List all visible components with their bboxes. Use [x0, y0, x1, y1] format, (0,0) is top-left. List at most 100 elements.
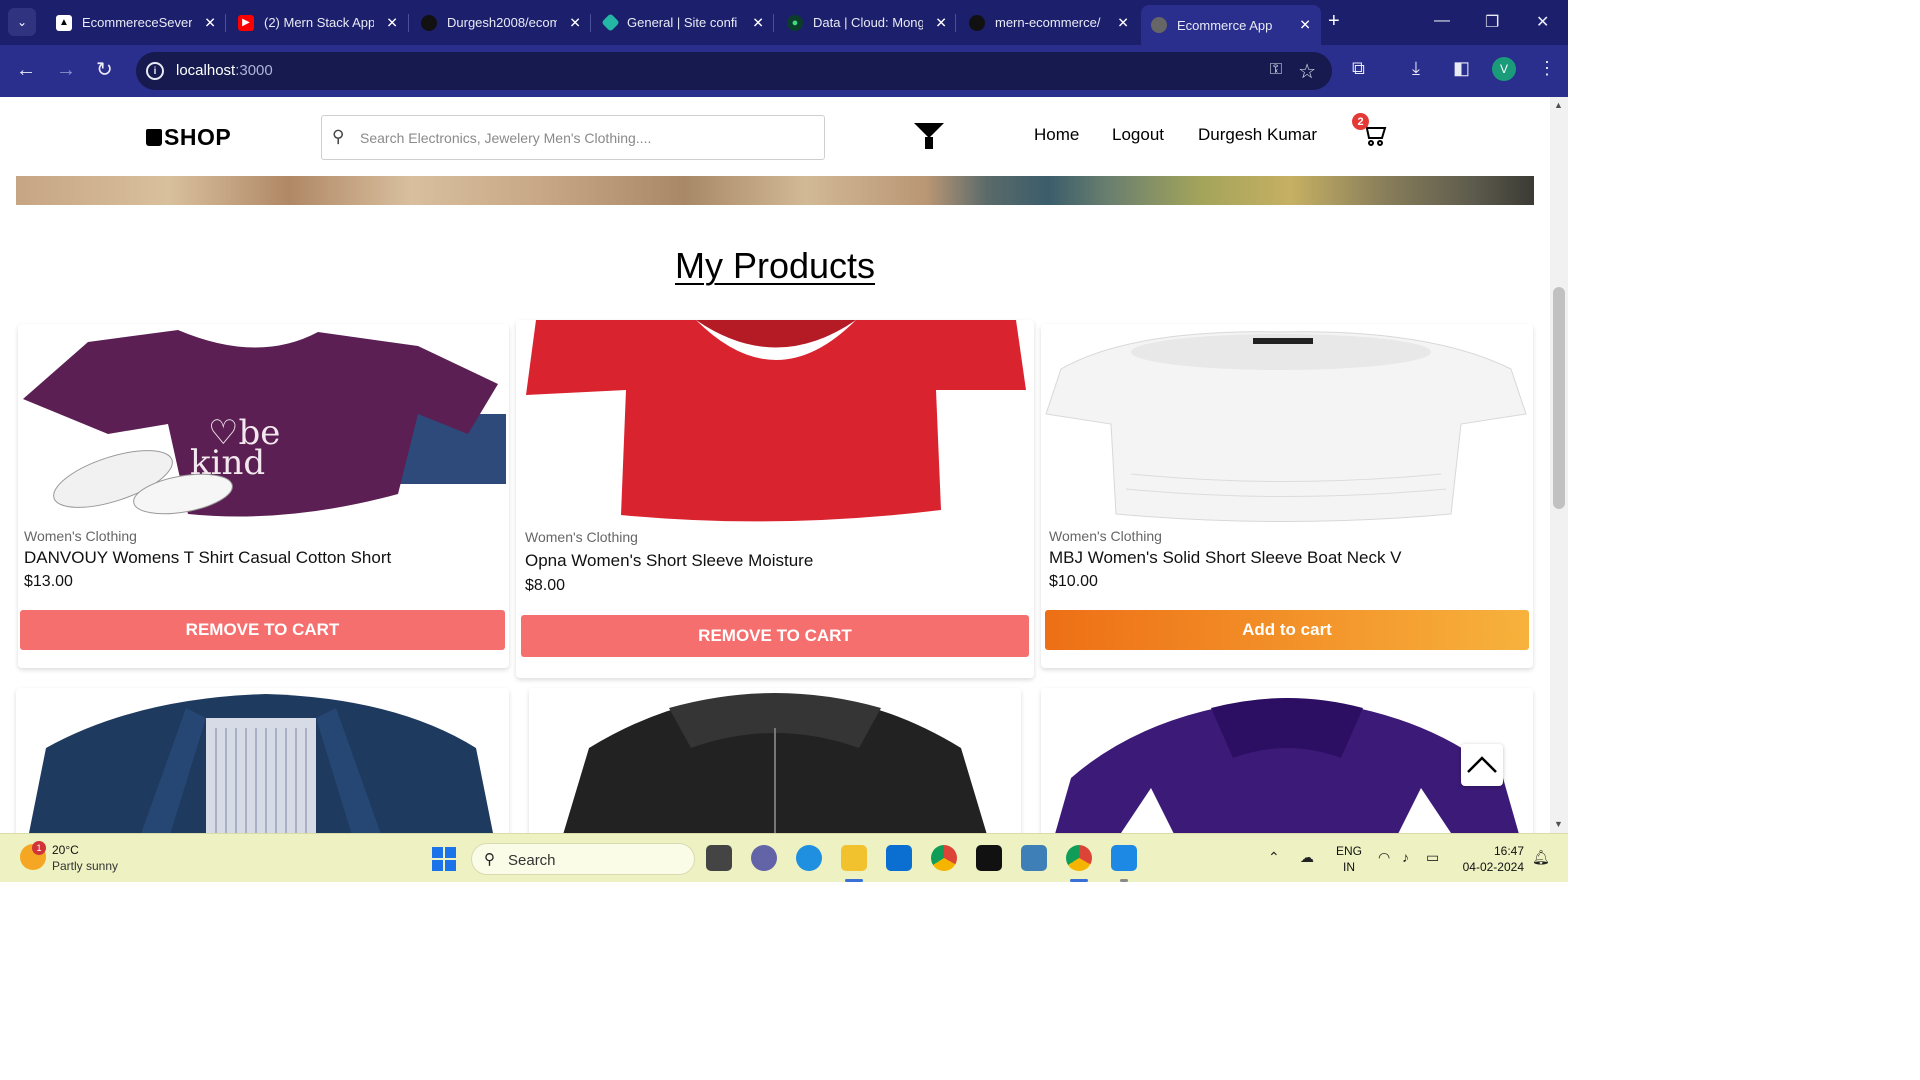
close-icon[interactable]: ✕: [752, 14, 764, 31]
store-icon[interactable]: [886, 845, 912, 871]
tab-separator: [590, 14, 591, 32]
cloud-sync-icon[interactable]: ☁: [1300, 849, 1314, 866]
product-image[interactable]: [529, 688, 1021, 833]
url-host: localhost: [176, 62, 236, 79]
remove-from-cart-button[interactable]: REMOVE TO CART: [20, 610, 505, 650]
close-icon[interactable]: ✕: [386, 14, 398, 31]
tab-title: EcommereceSever: [82, 15, 192, 30]
new-tab-button[interactable]: +: [1328, 11, 1340, 31]
minimize-icon[interactable]: —: [1434, 12, 1450, 30]
battery-icon[interactable]: ▭: [1426, 849, 1439, 866]
chrome-profile-icon[interactable]: [1066, 845, 1092, 871]
wifi-icon[interactable]: ◠: [1378, 849, 1390, 866]
product-name[interactable]: Opna Women's Short Sleeve Moisture: [525, 551, 813, 571]
url-text[interactable]: localhost:3000: [176, 62, 273, 79]
filter-icon[interactable]: [914, 123, 944, 138]
close-icon[interactable]: ✕: [1299, 17, 1311, 34]
section-title: My Products: [0, 245, 1550, 287]
scroll-to-top-button[interactable]: [1461, 744, 1503, 786]
system-clock[interactable]: 16:47 04-02-2024: [1460, 843, 1524, 875]
close-icon[interactable]: ✕: [1117, 14, 1129, 31]
teams-chat-icon[interactable]: [751, 845, 777, 871]
task-view-icon[interactable]: [706, 845, 732, 871]
menu-kebab-icon[interactable]: ⋮: [1538, 58, 1556, 79]
product-card: ♡be kind Women's Clothing DANVOUY Womens…: [18, 324, 509, 668]
filter-icon-stem[interactable]: [925, 137, 933, 149]
notification-bell-icon[interactable]: 🔔︎: [1532, 849, 1550, 866]
tab-5[interactable]: ● Data | Cloud: Mong ✕: [777, 7, 957, 38]
scroll-up-arrow-icon[interactable]: ▲: [1554, 100, 1563, 110]
tab-title: General | Site confi: [627, 15, 737, 30]
active-app-indicator: [1070, 879, 1088, 882]
tab-7-active[interactable]: Ecommerce App ✕: [1141, 5, 1321, 45]
product-card: Women's Clothing MBJ Women's Solid Short…: [1041, 324, 1533, 668]
product-image[interactable]: [1041, 688, 1533, 833]
web-page: SHOP ⚲ Home Logout Durgesh Kumar 2 My Pr…: [0, 97, 1550, 833]
restore-icon[interactable]: ❐: [1485, 12, 1499, 32]
close-icon[interactable]: ✕: [204, 14, 216, 31]
search-box[interactable]: ⚲: [321, 115, 825, 160]
tab-6[interactable]: mern-ecommerce/ ✕: [959, 7, 1139, 38]
product-name[interactable]: MBJ Women's Solid Short Sleeve Boat Neck…: [1049, 548, 1402, 568]
profile-avatar[interactable]: V: [1492, 57, 1516, 81]
close-icon[interactable]: ✕: [935, 14, 947, 31]
remove-from-cart-button[interactable]: REMOVE TO CART: [521, 615, 1029, 657]
volume-icon[interactable]: ♪: [1402, 849, 1409, 865]
reload-icon[interactable]: ↻: [96, 58, 113, 82]
window-close-icon[interactable]: ✕: [1536, 12, 1549, 32]
product-image[interactable]: [1041, 324, 1533, 524]
windows-start-icon[interactable]: [432, 847, 456, 871]
weather-temperature[interactable]: 20°C: [52, 843, 79, 857]
forward-icon[interactable]: →: [56, 58, 76, 82]
tab-separator: [955, 14, 956, 32]
download-icon[interactable]: ⤓: [1412, 58, 1420, 79]
chrome-icon[interactable]: [931, 845, 957, 871]
search-icon: ⚲: [484, 851, 495, 868]
chevron-up-tray-icon[interactable]: ⌃: [1268, 849, 1280, 866]
key-icon[interactable]: ⚿: [1270, 61, 1282, 79]
close-icon[interactable]: ✕: [569, 14, 581, 31]
tab-4[interactable]: General | Site confi ✕: [594, 7, 774, 38]
file-explorer-icon[interactable]: [841, 845, 867, 871]
scroll-down-arrow-icon[interactable]: ▼: [1554, 819, 1563, 829]
weather-description[interactable]: Partly sunny: [52, 859, 118, 873]
product-name[interactable]: DANVOUY Womens T Shirt Casual Cotton Sho…: [24, 548, 391, 568]
clock-time: 16:47: [1493, 844, 1524, 858]
product-image[interactable]: ♡be kind: [18, 324, 509, 524]
tab-separator: [225, 14, 226, 32]
taskbar-search-label: Search: [508, 852, 556, 869]
extensions-icon[interactable]: ⧉: [1352, 58, 1365, 79]
site-info-icon[interactable]: i: [146, 62, 164, 80]
search-input[interactable]: [360, 125, 810, 151]
keyboard-app-icon[interactable]: [1021, 845, 1047, 871]
product-image[interactable]: [16, 688, 509, 833]
github-icon: [421, 14, 437, 31]
product-category: Women's Clothing: [1049, 528, 1162, 544]
product-image[interactable]: [516, 320, 1034, 530]
taskbar-search[interactable]: ⚲ Search: [471, 843, 695, 875]
edge-icon[interactable]: [796, 845, 822, 871]
shop-logo[interactable]: SHOP: [146, 124, 231, 151]
bookmark-star-icon[interactable]: ☆: [1298, 59, 1316, 84]
nav-user-link[interactable]: Durgesh Kumar: [1198, 125, 1317, 145]
tab-title: Data | Cloud: Mong: [813, 15, 923, 30]
tab-search-button[interactable]: ⌄: [8, 8, 36, 36]
tab-3[interactable]: Durgesh2008/ecom ✕: [411, 7, 591, 38]
page-scrollbar[interactable]: ▲ ▼: [1550, 97, 1568, 833]
tab-2[interactable]: ▶ (2) Mern Stack App ✕: [228, 7, 408, 38]
nav-home-link[interactable]: Home: [1034, 125, 1079, 145]
terminal-icon[interactable]: [976, 845, 1002, 871]
cart-count-badge: 2: [1352, 113, 1369, 130]
language-indicator[interactable]: ENG IN: [1336, 843, 1362, 875]
add-to-cart-button[interactable]: Add to cart: [1045, 610, 1529, 650]
nav-logout-link[interactable]: Logout: [1112, 125, 1164, 145]
back-icon[interactable]: ←: [16, 58, 36, 82]
address-bar[interactable]: i localhost:3000 ⚿ ☆: [136, 52, 1332, 90]
side-panel-icon[interactable]: ◧: [1453, 58, 1470, 79]
tab-1[interactable]: ▲ EcommereceSever ✕: [46, 7, 226, 38]
tab-separator: [773, 14, 774, 32]
url-port: :3000: [235, 62, 273, 79]
vscode-icon[interactable]: [1111, 845, 1137, 871]
running-app-indicator: [1120, 879, 1128, 882]
scrollbar-thumb[interactable]: [1553, 287, 1565, 509]
